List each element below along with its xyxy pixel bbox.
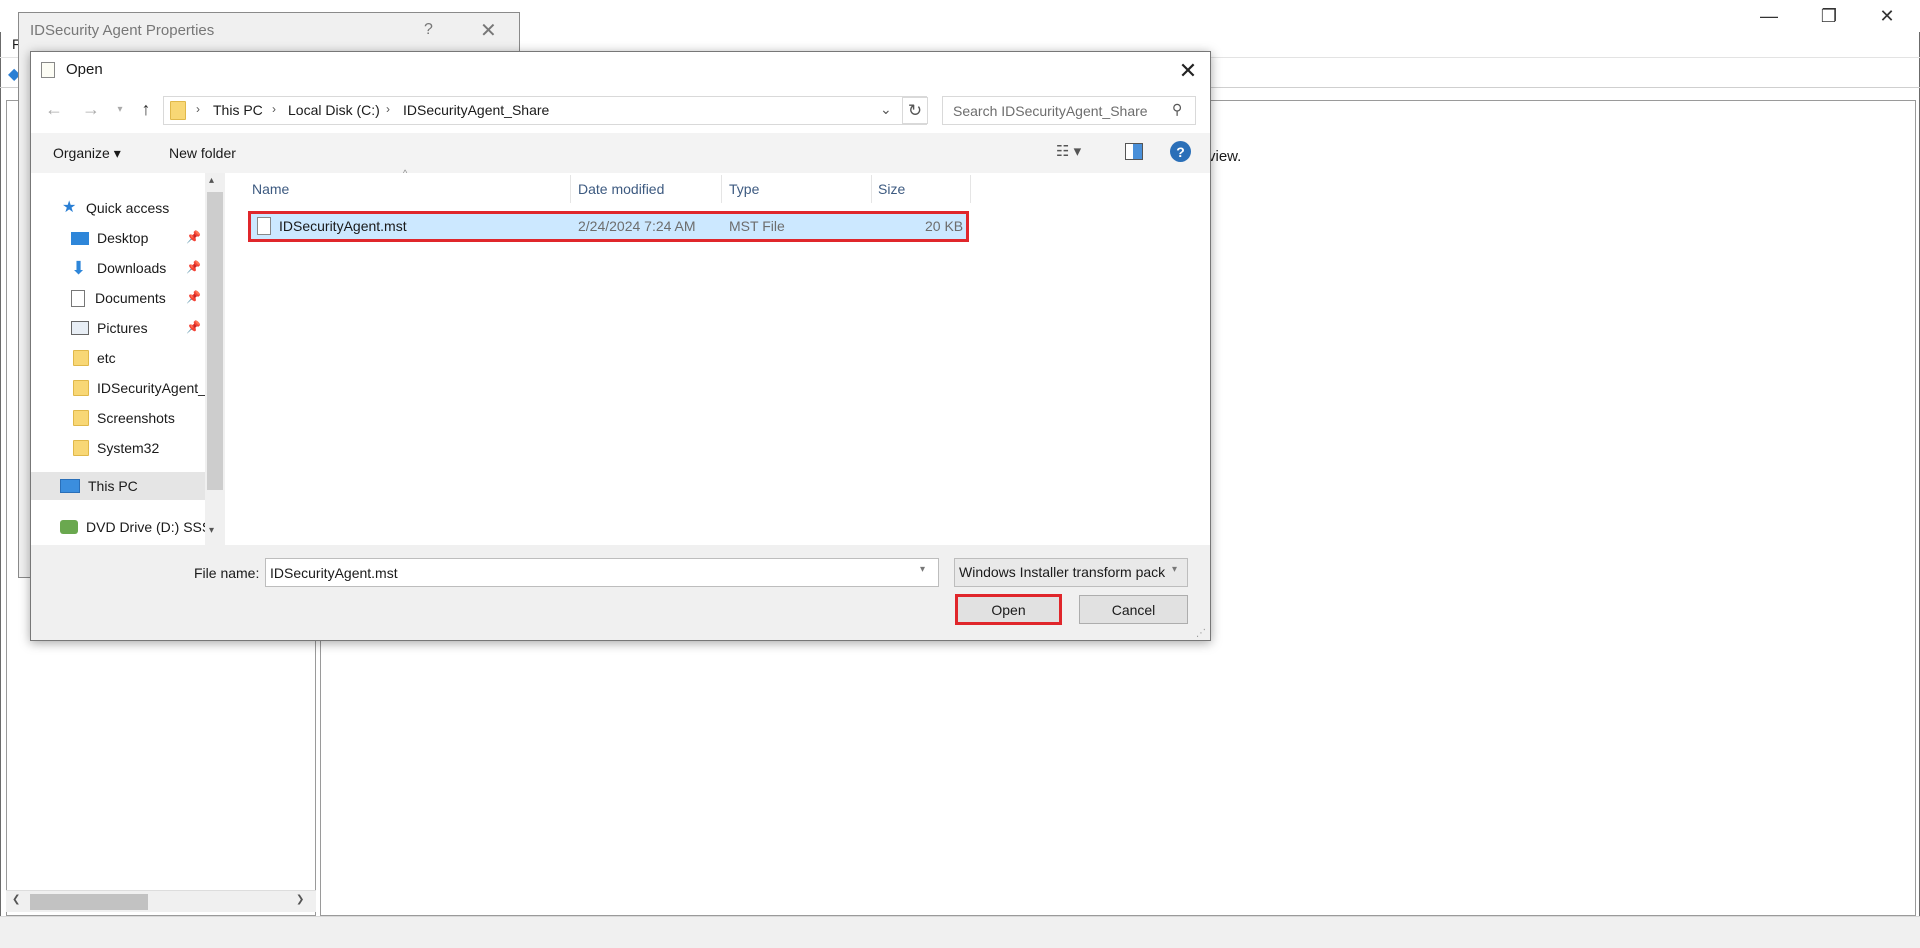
- nav-label: Documents: [95, 290, 166, 306]
- nav-label: Screenshots: [97, 410, 175, 426]
- scroll-down-icon[interactable]: ▾: [209, 525, 214, 536]
- column-header-size[interactable]: Size: [878, 181, 905, 197]
- file-type-value[interactable]: Windows Installer transform package: [959, 564, 1165, 580]
- forward-icon[interactable]: →: [79, 99, 103, 120]
- preview-pane-icon-fill: [1133, 144, 1142, 159]
- documents-icon: [71, 289, 85, 307]
- dialog-icon: [41, 62, 55, 78]
- back-icon[interactable]: ←: [42, 99, 66, 120]
- pin-icon[interactable]: 📌: [186, 230, 201, 244]
- nav-item-downloads[interactable]: ⬇ Downloads: [71, 256, 166, 280]
- open-dialog-titlebar: [30, 51, 1211, 91]
- resize-grip-icon[interactable]: ⋰: [1196, 628, 1206, 639]
- status-bar: [0, 916, 1920, 948]
- file-name[interactable]: IDSecurityAgent.mst: [279, 218, 407, 234]
- breadcrumb-separator[interactable]: ›: [272, 102, 276, 116]
- refresh-icon[interactable]: ↻: [902, 97, 928, 124]
- pictures-icon: [71, 321, 89, 335]
- nav-this-pc[interactable]: This PC: [60, 474, 138, 498]
- column-divider[interactable]: [970, 175, 971, 203]
- nav-label: This PC: [88, 478, 138, 494]
- search-placeholder[interactable]: Search IDSecurityAgent_Share: [953, 103, 1148, 119]
- address-dropdown-icon[interactable]: ⌄: [880, 101, 892, 118]
- help-icon[interactable]: ?: [1170, 141, 1191, 162]
- nav-item-desktop[interactable]: Desktop: [71, 226, 148, 250]
- breadcrumb-current-folder[interactable]: IDSecurityAgent_Share: [403, 102, 549, 118]
- nav-item-system32[interactable]: System32: [73, 436, 159, 460]
- file-type: MST File: [729, 218, 785, 234]
- nav-item-pictures[interactable]: Pictures: [71, 316, 148, 340]
- restore-button[interactable]: ❐: [1800, 0, 1858, 32]
- file-name-label: File name:: [194, 565, 260, 581]
- nav-item-idsecurityagent[interactable]: IDSecurityAgent_: [73, 376, 205, 400]
- breadcrumb-separator[interactable]: ›: [196, 102, 200, 116]
- nav-item-screenshots[interactable]: Screenshots: [73, 406, 175, 430]
- close-main-button[interactable]: ✕: [1858, 0, 1916, 32]
- minimize-button[interactable]: —: [1740, 0, 1798, 32]
- nav-item-documents[interactable]: Documents: [71, 286, 166, 310]
- folder-icon: [73, 410, 89, 426]
- breadcrumb-this-pc[interactable]: This PC: [213, 102, 263, 118]
- organize-button[interactable]: Organize ▾: [53, 145, 121, 162]
- open-dialog-close-button[interactable]: ✕: [1174, 58, 1202, 84]
- column-divider[interactable]: [570, 175, 571, 203]
- download-icon: ⬇: [71, 258, 87, 278]
- column-header-type[interactable]: Type: [729, 181, 759, 197]
- nav-scrollbar-thumb[interactable]: [207, 192, 223, 490]
- open-button[interactable]: Open: [955, 594, 1062, 625]
- nav-item-etc[interactable]: etc: [73, 346, 116, 370]
- details-text: view.: [1208, 148, 1242, 165]
- chevron-down-icon[interactable]: ▾: [920, 564, 925, 575]
- folder-icon: [73, 380, 89, 396]
- star-icon: ★: [62, 199, 77, 216]
- cancel-button[interactable]: Cancel: [1079, 595, 1188, 624]
- folder-icon: [73, 440, 89, 456]
- file-date: 2/24/2024 7:24 AM: [578, 218, 696, 234]
- pin-icon[interactable]: 📌: [186, 260, 201, 274]
- breadcrumb-local-disk[interactable]: Local Disk (C:): [288, 102, 380, 118]
- up-icon[interactable]: ↑: [134, 99, 158, 120]
- properties-help-button[interactable]: ?: [424, 21, 433, 39]
- nav-quick-access[interactable]: ★ Quick access: [62, 196, 169, 220]
- file-size: 20 KB: [925, 218, 964, 234]
- file-name-value[interactable]: IDSecurityAgent.mst: [270, 565, 398, 581]
- folder-icon: [73, 350, 89, 366]
- nav-label: System32: [97, 440, 160, 456]
- nav-dvd-drive[interactable]: DVD Drive (D:) SSS_: [60, 515, 205, 539]
- file-icon: [257, 217, 271, 235]
- nav-label: DVD Drive (D:) SSS_: [86, 519, 205, 535]
- column-divider[interactable]: [871, 175, 872, 203]
- breadcrumb-separator[interactable]: ›: [386, 102, 390, 116]
- column-divider[interactable]: [721, 175, 722, 203]
- nav-label: Quick access: [86, 200, 170, 216]
- scroll-up-icon[interactable]: ▴: [209, 175, 214, 186]
- nav-label: IDSecurityAgent_: [97, 380, 205, 396]
- chevron-down-icon[interactable]: ▾: [1172, 564, 1177, 575]
- nav-label: Downloads: [97, 260, 167, 276]
- scroll-right-icon[interactable]: ❯: [296, 894, 304, 905]
- change-view-icon[interactable]: ☷ ▾: [1056, 142, 1096, 162]
- scrollbar-thumb[interactable]: [30, 894, 148, 910]
- sort-indicator-icon: ^: [403, 168, 408, 178]
- nav-label: Desktop: [97, 230, 149, 246]
- column-header-name[interactable]: Name: [252, 181, 289, 197]
- computer-icon: [60, 479, 80, 493]
- column-header-date[interactable]: Date modified: [578, 181, 664, 197]
- desktop-icon: [71, 231, 89, 245]
- properties-title: IDSecurity Agent Properties: [30, 22, 215, 39]
- pin-icon[interactable]: 📌: [186, 290, 201, 304]
- pin-icon[interactable]: 📌: [186, 320, 201, 334]
- new-folder-button[interactable]: New folder: [169, 145, 236, 161]
- nav-label: Pictures: [97, 320, 148, 336]
- search-icon[interactable]: ⚲: [1172, 101, 1182, 118]
- folder-icon: [170, 101, 186, 120]
- open-dialog-title: Open: [66, 61, 103, 78]
- dvd-drive-icon: [60, 520, 78, 534]
- scroll-left-icon[interactable]: ❮: [12, 894, 20, 905]
- properties-close-button[interactable]: ✕: [480, 18, 497, 43]
- nav-label: etc: [97, 350, 116, 366]
- recent-locations-icon[interactable]: ▾: [108, 104, 132, 115]
